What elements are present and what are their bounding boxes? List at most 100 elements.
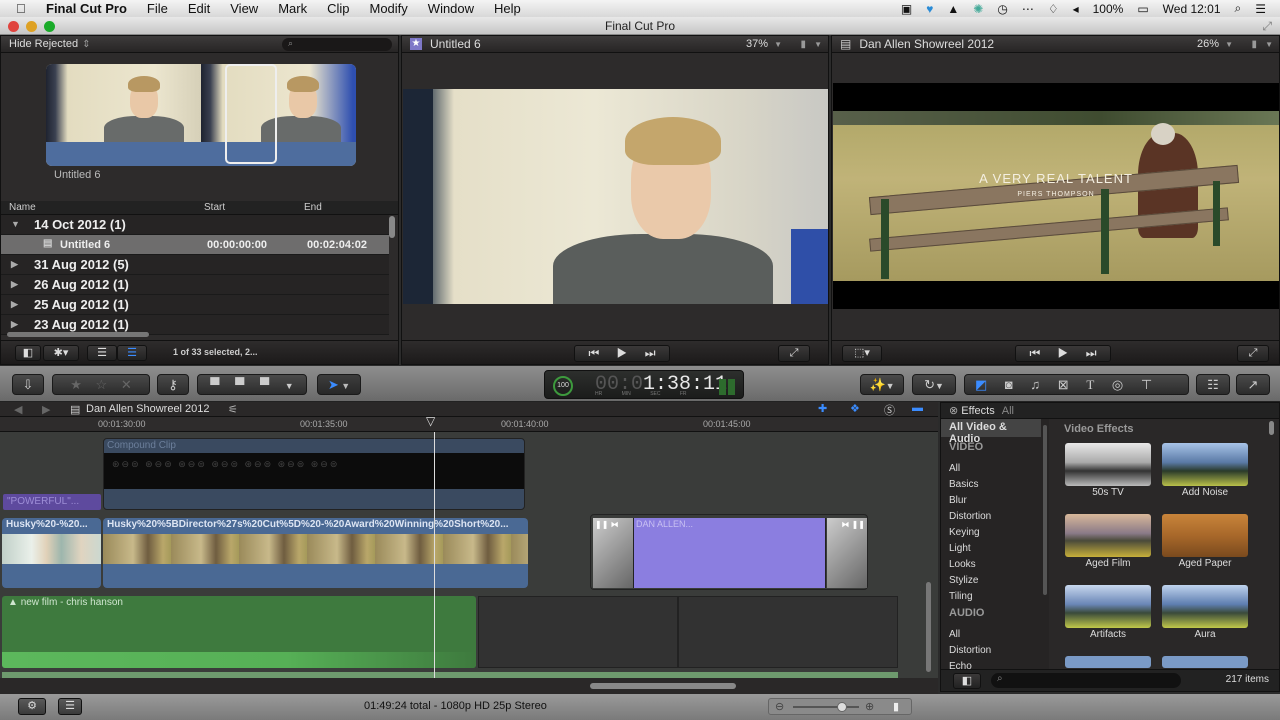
category-audio-distortion[interactable]: Distortion: [949, 645, 991, 656]
screen-record-icon[interactable]: ▣: [901, 2, 912, 16]
background-tasks-indicator[interactable]: 100: [553, 376, 573, 396]
effects-scrollbar[interactable]: [1269, 421, 1274, 435]
menu-mark[interactable]: Mark: [278, 1, 307, 16]
wifi-icon[interactable]: ♢: [1048, 2, 1059, 16]
menu-help[interactable]: Help: [494, 1, 521, 16]
previous-edit-button[interactable]: ⏮: [1029, 346, 1040, 360]
video-clip-2[interactable]: Husky%20%5BDirector%27s%20Cut%5D%20-%20A…: [103, 518, 528, 588]
category-audio-all[interactable]: All: [949, 629, 960, 640]
menu-view[interactable]: View: [230, 1, 258, 16]
generator-body[interactable]: DAN ALLEN...: [633, 518, 826, 588]
effect-thumb-aged-paper[interactable]: [1162, 514, 1248, 557]
photo-browser-icon[interactable]: ◙: [1005, 377, 1013, 392]
category-basics[interactable]: Basics: [949, 479, 978, 490]
insert-clip-icon[interactable]: ▀: [235, 377, 244, 392]
view-dropdown-icon[interactable]: ▼: [814, 40, 822, 49]
menu-clip[interactable]: Clip: [327, 1, 349, 16]
generator-clip[interactable]: ❚❚ ⧓ DAN ALLEN... ⧓ ❚❚: [590, 514, 868, 590]
effect-thumb-add-noise[interactable]: [1162, 443, 1248, 486]
timeline-ruler[interactable]: 00:01:30:00 00:01:35:00 00:01:40:00 00:0…: [0, 417, 938, 432]
category-video-all[interactable]: All: [949, 463, 960, 474]
generators-browser-icon[interactable]: ◎: [1112, 377, 1123, 392]
volume-icon[interactable]: ◂: [1073, 2, 1079, 16]
category-light[interactable]: Light: [949, 543, 971, 554]
zoom-in-icon[interactable]: ⊕: [865, 700, 874, 713]
previous-edit-button[interactable]: ⏮: [588, 346, 599, 360]
transition-right[interactable]: ⧓ ❚❚: [827, 518, 867, 588]
import-button[interactable]: ⇩: [12, 374, 44, 395]
disclosure-closed-icon[interactable]: ▶: [11, 299, 18, 310]
zoom-slider-thumb[interactable]: [837, 702, 847, 712]
vertical-scrollbar[interactable]: [389, 216, 395, 238]
timeline-area[interactable]: Compound Clip ⊛⊖⊜ ⊛⊖⊜ ⊛⊖⊜ ⊛⊖⊜ ⊛⊖⊜ ⊛⊖⊜ ⊛⊖…: [0, 432, 938, 678]
project-video-frame[interactable]: A VERY REAL TALENT PIERS THOMPSON: [833, 83, 1279, 309]
transition-left[interactable]: ❚❚ ⧓: [593, 518, 633, 588]
select-tool-button[interactable]: ➤ ▼: [317, 374, 361, 395]
effects-filter[interactable]: All: [1002, 405, 1014, 417]
solo-icon[interactable]: Ⓢ: [884, 402, 895, 418]
action-gear-button[interactable]: ✱▾: [43, 345, 79, 361]
themes-browser-icon[interactable]: ⊤: [1141, 377, 1152, 392]
event-row[interactable]: ▶ 25 Aug 2012 (1): [1, 295, 389, 315]
audio-clip[interactable]: ▲ new film - chris hanson: [2, 596, 476, 668]
play-button[interactable]: ▶: [1058, 346, 1069, 360]
column-name[interactable]: Name: [9, 202, 36, 213]
timeline-index-button[interactable]: ☰: [58, 698, 82, 715]
close-button[interactable]: [8, 21, 19, 32]
close-effects-icon[interactable]: ⊗: [949, 405, 958, 417]
project-library-button[interactable]: ⚙: [18, 698, 46, 715]
list-view-button[interactable]: ☰: [117, 345, 147, 361]
reject-icon[interactable]: ✕: [121, 377, 132, 392]
zoom-slider-track[interactable]: [793, 706, 859, 708]
event-video-frame[interactable]: [403, 89, 828, 304]
zoom-dropdown-icon[interactable]: ▼: [1225, 40, 1233, 49]
next-edit-button[interactable]: ⏭: [1086, 346, 1097, 360]
spotlight-icon[interactable]: ⌕: [1235, 1, 1242, 16]
transform-tool-button[interactable]: ⬚▾: [842, 345, 882, 362]
effects-browser-icon[interactable]: ◩: [975, 377, 987, 392]
unrate-star-icon[interactable]: ☆: [96, 377, 108, 392]
drive-icon[interactable]: ▲: [947, 2, 959, 16]
view-options-icon[interactable]: ▮: [1251, 39, 1257, 50]
gap-clip[interactable]: [478, 596, 678, 668]
horizontal-scrollbar[interactable]: [7, 332, 149, 337]
time-machine-icon[interactable]: ◷: [997, 2, 1007, 16]
edit-dropdown-icon[interactable]: ▼: [285, 381, 294, 391]
menu-window[interactable]: Window: [428, 1, 474, 16]
battery-label[interactable]: 100%: [1093, 2, 1124, 16]
event-row[interactable]: ▶ 26 Aug 2012 (1): [1, 275, 389, 295]
apple-menu-icon[interactable]: : [16, 1, 34, 16]
twitter-icon[interactable]: ♥: [926, 2, 933, 16]
snapping-icon[interactable]: ▬: [912, 402, 923, 414]
zoom-dropdown-icon[interactable]: ▼: [774, 40, 782, 49]
category-keying[interactable]: Keying: [949, 527, 980, 538]
zoom-level-popup[interactable]: 26%: [1197, 38, 1219, 50]
keyword-button[interactable]: ⚷: [157, 374, 189, 395]
compound-clip[interactable]: Compound Clip ⊛⊖⊜ ⊛⊖⊜ ⊛⊖⊜ ⊛⊖⊜ ⊛⊖⊜ ⊛⊖⊜ ⊛⊖…: [103, 438, 525, 510]
music-browser-icon[interactable]: ♫: [1030, 377, 1040, 392]
column-end[interactable]: End: [304, 202, 322, 213]
event-row[interactable]: ▶ 31 Aug 2012 (5): [1, 255, 389, 275]
playhead-handle-icon[interactable]: ▽: [426, 415, 442, 427]
audio-meter[interactable]: [719, 379, 735, 395]
category-blur[interactable]: Blur: [949, 495, 967, 506]
effect-thumb-artifacts[interactable]: [1065, 585, 1151, 628]
category-tiling[interactable]: Tiling: [949, 591, 973, 602]
disclosure-closed-icon[interactable]: ▶: [11, 259, 18, 270]
effect-thumb[interactable]: [1065, 656, 1151, 668]
title-clip[interactable]: "POWERFUL"...: [3, 494, 101, 510]
append-clip-icon[interactable]: ▀: [260, 377, 269, 392]
titles-browser-icon[interactable]: T: [1086, 377, 1094, 392]
disclosure-open-icon[interactable]: ▼: [11, 219, 20, 229]
menu-app[interactable]: Final Cut Pro: [46, 1, 127, 16]
skimming-toggle-icon[interactable]: ✚: [818, 402, 827, 415]
disclosure-closed-icon[interactable]: ▶: [11, 279, 18, 290]
event-row[interactable]: ▼ 14 Oct 2012 (1): [1, 215, 389, 235]
play-button[interactable]: ▶: [617, 346, 628, 360]
clip-filmstrip[interactable]: [46, 64, 356, 166]
effect-thumb-50s-tv[interactable]: [1065, 443, 1151, 486]
column-start[interactable]: Start: [204, 202, 225, 213]
fullscreen-button[interactable]: ⤢: [778, 345, 810, 362]
favorite-star-icon[interactable]: ★: [70, 377, 82, 392]
transitions-browser-icon[interactable]: ⊠: [1058, 377, 1069, 392]
